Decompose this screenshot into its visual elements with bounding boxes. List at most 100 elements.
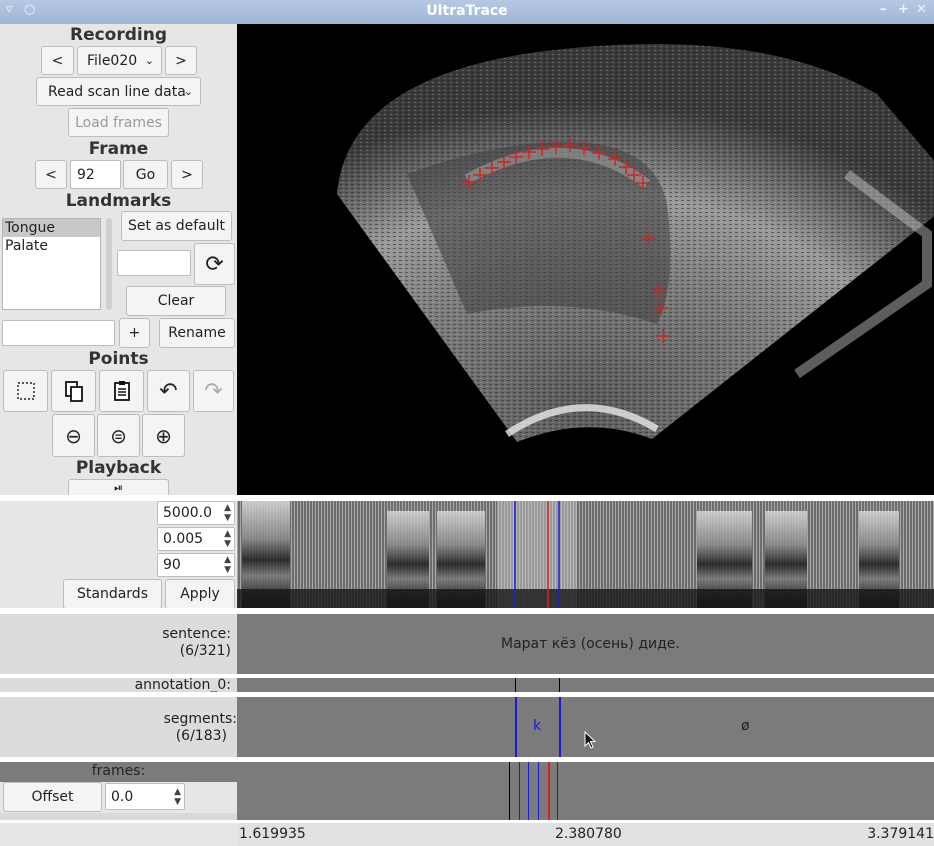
frame-marker[interactable] [519,762,520,820]
spin-arrows-icon[interactable]: ▲ ▼ [224,529,231,549]
list-item[interactable]: Palate [3,237,100,255]
zoom-in-button[interactable]: ⊕ [142,414,185,457]
annotation-boundary[interactable] [515,678,516,692]
apply-button[interactable]: Apply [165,579,235,609]
undo-button[interactable]: ↶ [147,370,190,412]
sentence-tier[interactable]: Марат кёз (осень) диде. [237,614,934,674]
sentence-text[interactable]: Марат кёз (осень) диде. [501,636,680,652]
spin-arrows-icon[interactable]: ▲ ▼ [174,787,181,807]
new-landmark-input[interactable] [2,320,115,346]
annotation-boundary[interactable] [559,678,560,692]
minimize-icon[interactable]: – [880,2,887,17]
dynamic-range-value: 90 [163,557,181,573]
add-landmark-button[interactable]: + [119,318,150,348]
ultrasound-frame[interactable] [237,24,934,495]
sentence-tier-label: sentence: (6/321) [0,614,237,674]
rename-button[interactable]: Rename [159,318,235,348]
offset-button[interactable]: Offset [3,782,102,812]
next-frame-button[interactable]: > [171,160,203,189]
redo-icon: ↷ [204,378,223,404]
frame-marker-current[interactable] [548,762,550,820]
frame-marker[interactable] [538,762,539,820]
segment-k[interactable]: k [533,718,541,734]
zoom-in-icon: ⊕ [155,423,172,448]
zoom-reset-icon: ⊜ [110,423,127,448]
frame-marker[interactable] [557,762,558,820]
title-bar: ▿ ○ UltraTrace – + ✕ [0,0,934,24]
frame-number-input[interactable]: 92 [70,160,121,189]
file-select-value: File020 [87,52,138,69]
segments-tier[interactable]: k ø [237,697,934,757]
spin-arrows-icon[interactable]: ▲ ▼ [224,555,231,575]
segments-count: (6/183) [175,728,227,744]
spectrogram[interactable] [237,501,934,608]
scan-data-select[interactable]: Read scan line data ⌄ [36,77,201,106]
window-length-value: 0.005 [163,531,204,547]
copy-button[interactable] [51,370,96,412]
paste-button[interactable] [99,370,144,412]
standards-button[interactable]: Standards [63,579,162,609]
sentence-label: sentence: [162,626,231,642]
refresh-button[interactable]: ⟳ [194,243,235,285]
points-header: Points [88,349,149,369]
set-default-button[interactable]: Set as default [121,211,232,241]
window-title: UltraTrace [426,3,508,19]
timeline-start: 1.619935 [239,826,306,842]
segment-oe[interactable]: ø [741,718,750,734]
dynamic-range-spinbox[interactable]: 90 ▲ ▼ [157,553,235,577]
segment-boundary[interactable] [559,697,561,757]
segments-tier-label: segments: (6/183) [0,697,237,757]
timeline[interactable]: 1.619935 2.380780 3.379141 [237,823,934,846]
recording-header: Recording [69,25,168,45]
redo-button[interactable]: ↷ [193,370,234,412]
mouse-cursor-icon [584,731,597,749]
undo-icon: ↶ [159,378,178,404]
segment-boundary[interactable] [515,697,517,757]
maximize-icon[interactable]: + [898,2,909,17]
play-icon: ⏯ [114,481,123,494]
close-icon[interactable]: ✕ [916,2,927,17]
spin-arrows-icon[interactable]: ▲ ▼ [224,503,231,523]
go-frame-button[interactable]: Go [123,160,168,189]
offset-value: 0.0 [111,788,134,805]
play-button[interactable]: ⏯ [68,479,169,495]
annotation-tier-label: annotation_0: [0,678,237,692]
annotation-tier[interactable] [237,678,934,692]
playback-header: Playback [75,458,162,478]
chevron-down-icon: ⌄ [183,85,193,98]
offset-spinbox[interactable]: 0.0 ▲ ▼ [105,783,185,810]
landmarks-scrollbar[interactable] [106,218,112,310]
prev-file-button[interactable]: < [41,46,74,75]
load-frames-button[interactable]: Load frames [68,108,169,137]
max-frequency-value: 5000.0 [163,505,212,521]
frame-marker[interactable] [509,762,510,820]
frames-tier-label: frames: [0,762,237,782]
select-icon [16,382,35,400]
timeline-current: 2.380780 [555,826,622,842]
timeline-spacer [0,823,237,846]
color-input[interactable] [117,250,191,276]
zoom-out-icon: ⊖ [65,423,82,448]
list-item[interactable]: Tongue [3,219,100,237]
paste-icon [113,381,130,401]
prev-frame-button[interactable]: < [35,160,67,189]
frame-marker[interactable] [528,762,529,820]
clear-button[interactable]: Clear [126,286,226,316]
frames-label: frames: [91,763,146,779]
max-frequency-spinbox[interactable]: 5000.0 ▲ ▼ [157,501,235,525]
landmarks-list[interactable]: Tongue Palate [2,218,101,310]
landmarks-header: Landmarks [65,191,172,211]
refresh-icon: ⟳ [205,251,224,277]
select-tool-button[interactable] [3,370,48,412]
next-file-button[interactable]: > [165,46,197,75]
file-select[interactable]: File020 ⌄ [77,46,162,75]
segments-label: segments: [163,711,237,727]
window-length-spinbox[interactable]: 0.005 ▲ ▼ [157,527,235,551]
annotation-label: annotation_0: [134,677,231,693]
frames-tier[interactable] [237,762,934,820]
sentence-count: (6/321) [179,643,231,659]
zoom-out-button[interactable]: ⊖ [52,414,95,457]
zoom-reset-button[interactable]: ⊜ [97,414,140,457]
scan-data-value: Read scan line data [48,83,186,100]
timeline-end: 3.379141 [867,826,934,842]
